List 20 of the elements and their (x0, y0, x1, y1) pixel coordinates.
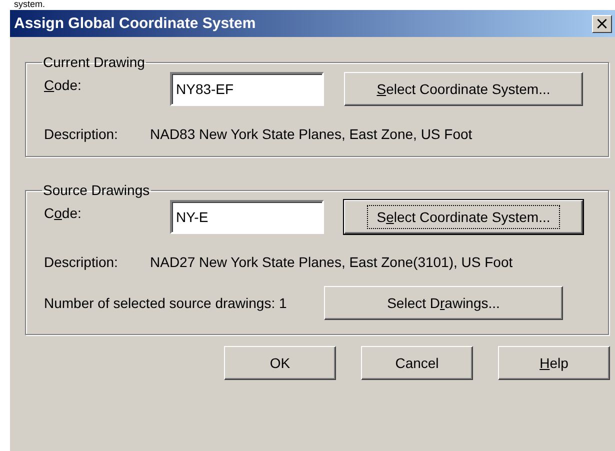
dialog-button[interactable]: OK (224, 346, 336, 380)
page-text: system. (14, 0, 46, 9)
selected-count-text: Number of selected source drawings: 1 (44, 295, 288, 311)
description-text: NAD83 New York State Planes, East Zone, US Foot (150, 126, 472, 142)
description-label: Description: (44, 126, 119, 142)
select-coordinate-system-button[interactable]: Select Coordinate System... (344, 200, 583, 234)
code-field[interactable]: NY-E (170, 200, 324, 234)
description-label: Description: (44, 254, 119, 270)
group-title: Current Drawing (42, 54, 146, 70)
select-coordinate-system-button[interactable]: Select Coordinate System... (344, 72, 583, 106)
code-label: Code: (44, 204, 82, 221)
close-button[interactable]: × (592, 14, 612, 32)
code-field[interactable]: NY83-EF (170, 72, 324, 106)
dialog-button[interactable]: Cancel (361, 346, 473, 380)
select-drawings-button[interactable]: Select Drawings... (324, 286, 563, 320)
window-title: Assign Global Coordinate System (14, 15, 256, 32)
group-title: Source Drawings (42, 182, 151, 198)
dialog-button[interactable]: Help (498, 346, 610, 380)
description-text: NAD27 New York State Planes, East Zone(3101), US Foot (150, 254, 513, 270)
code-label: Code: (44, 76, 82, 93)
